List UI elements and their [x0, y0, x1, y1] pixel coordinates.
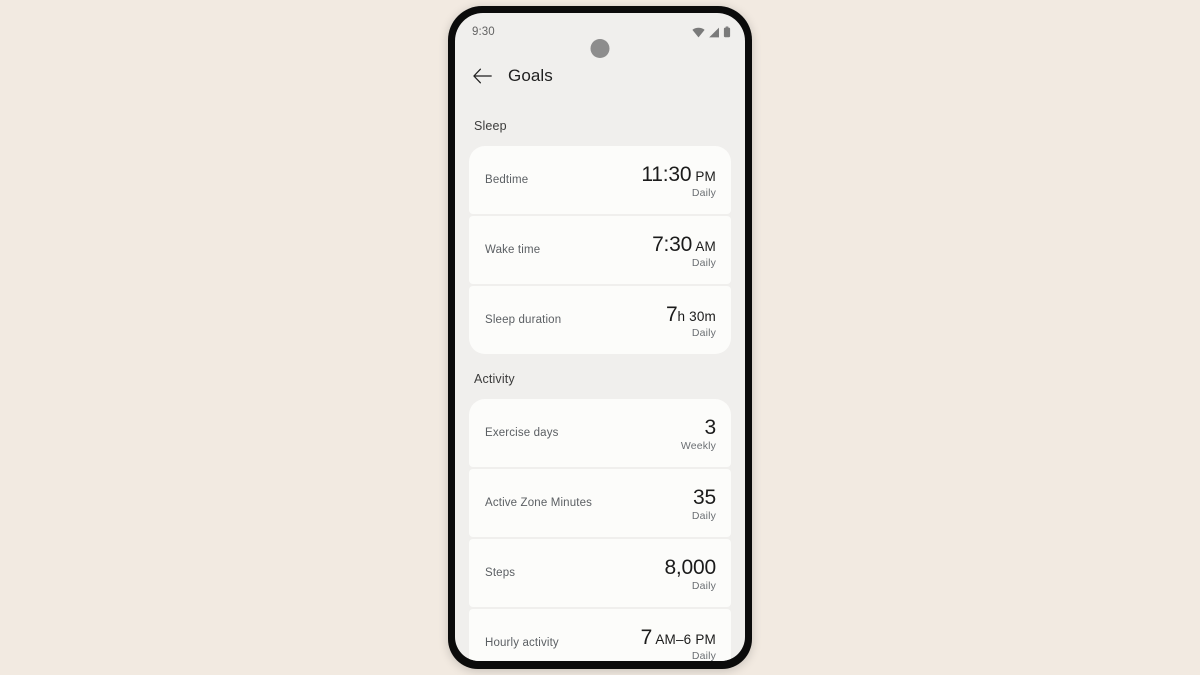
goal-value: 7:30 AM	[652, 233, 716, 257]
goal-value: 35	[693, 486, 716, 510]
goal-card-group-sleep: Bedtime 11:30 PM Daily Wake time 7:30 AM…	[469, 146, 731, 354]
goal-value-block: 11:30 PM Daily	[641, 163, 716, 200]
goal-label: Exercise days	[485, 427, 559, 439]
goal-label: Bedtime	[485, 174, 529, 186]
goal-cadence: Daily	[691, 327, 716, 340]
goal-row-steps[interactable]: Steps 8,000 Daily	[469, 539, 731, 607]
goal-value-number: 7	[665, 302, 678, 326]
goal-value-number: 35	[693, 485, 716, 509]
goal-value: 7h 30m	[666, 303, 716, 327]
goal-label: Steps	[485, 567, 516, 579]
goal-value-number: 3	[704, 415, 717, 439]
goal-cadence: Daily	[691, 650, 716, 661]
goal-value: 11:30 PM	[641, 163, 716, 187]
page-title: Goals	[508, 66, 553, 85]
goal-value-block: 7 AM–6 PM Daily	[641, 626, 716, 661]
goal-value-block: 3 Weekly	[681, 416, 716, 453]
phone-screen: 9:30 Goals Sleep Bedtime 11:30 PM Daily …	[455, 13, 745, 661]
goal-value-block: 7h 30m Daily	[666, 303, 716, 340]
goal-value-number: 7	[640, 625, 653, 649]
goal-value-number: 8,000	[664, 555, 716, 579]
goal-value: 8,000	[664, 556, 716, 580]
goal-value-unit-3: PM	[695, 631, 716, 647]
goal-cadence: Daily	[691, 257, 716, 270]
goal-value-block: 8,000 Daily	[664, 556, 716, 593]
goal-cadence: Weekly	[680, 440, 716, 453]
cell-signal-icon	[708, 27, 720, 38]
section-header-sleep: Sleep	[474, 119, 507, 133]
goal-value: 3	[704, 415, 717, 440]
screenshot-stage: 9:30 Goals Sleep Bedtime 11:30 PM Daily …	[0, 0, 1200, 675]
battery-icon	[723, 26, 731, 38]
status-bar: 9:30	[455, 13, 745, 58]
goal-cadence: Daily	[691, 187, 716, 200]
goal-card-group-activity: Exercise days 3 Weekly Active Zone Minut…	[469, 399, 731, 661]
goal-cadence: Daily	[691, 510, 716, 523]
goal-row-active-zone-minutes[interactable]: Active Zone Minutes 35 Daily	[469, 469, 731, 537]
goal-label: Wake time	[485, 244, 541, 256]
goal-row-bedtime[interactable]: Bedtime 11:30 PM Daily	[469, 146, 731, 214]
goal-row-sleep-duration[interactable]: Sleep duration 7h 30m Daily	[469, 286, 731, 354]
goal-value-number: 7:30	[652, 232, 693, 256]
goal-row-hourly-activity[interactable]: Hourly activity 7 AM–6 PM Daily	[469, 609, 731, 661]
goal-value-number: 11:30	[641, 162, 692, 186]
goal-value-unit: PM	[691, 168, 716, 184]
goal-value: 7 AM–6 PM	[641, 626, 716, 650]
goal-value-unit: AM–6	[652, 631, 696, 647]
goal-value-unit-2: m	[704, 308, 716, 324]
phone-frame: 9:30 Goals Sleep Bedtime 11:30 PM Daily …	[448, 6, 752, 669]
section-header-activity: Activity	[474, 372, 515, 386]
app-bar: Goals	[455, 51, 745, 101]
goal-value-block: 35 Daily	[692, 486, 716, 523]
goal-value-unit: h 30	[677, 308, 705, 324]
goal-value-block: 7:30 AM Daily	[652, 233, 716, 270]
goal-label: Sleep duration	[485, 314, 562, 326]
goals-list[interactable]: Sleep Bedtime 11:30 PM Daily Wake time 7…	[455, 101, 745, 661]
status-bar-time: 9:30	[472, 26, 495, 38]
goal-cadence: Daily	[691, 580, 716, 593]
goal-label: Active Zone Minutes	[485, 497, 593, 509]
goal-label: Hourly activity	[485, 637, 559, 649]
wifi-icon	[692, 27, 705, 38]
goal-row-exercise-days[interactable]: Exercise days 3 Weekly	[469, 399, 731, 467]
back-arrow-icon[interactable]	[472, 66, 492, 86]
goal-row-wake-time[interactable]: Wake time 7:30 AM Daily	[469, 216, 731, 284]
status-bar-icons	[692, 26, 731, 38]
goal-value-unit: AM	[692, 238, 716, 254]
camera-cutout-icon	[590, 39, 610, 58]
